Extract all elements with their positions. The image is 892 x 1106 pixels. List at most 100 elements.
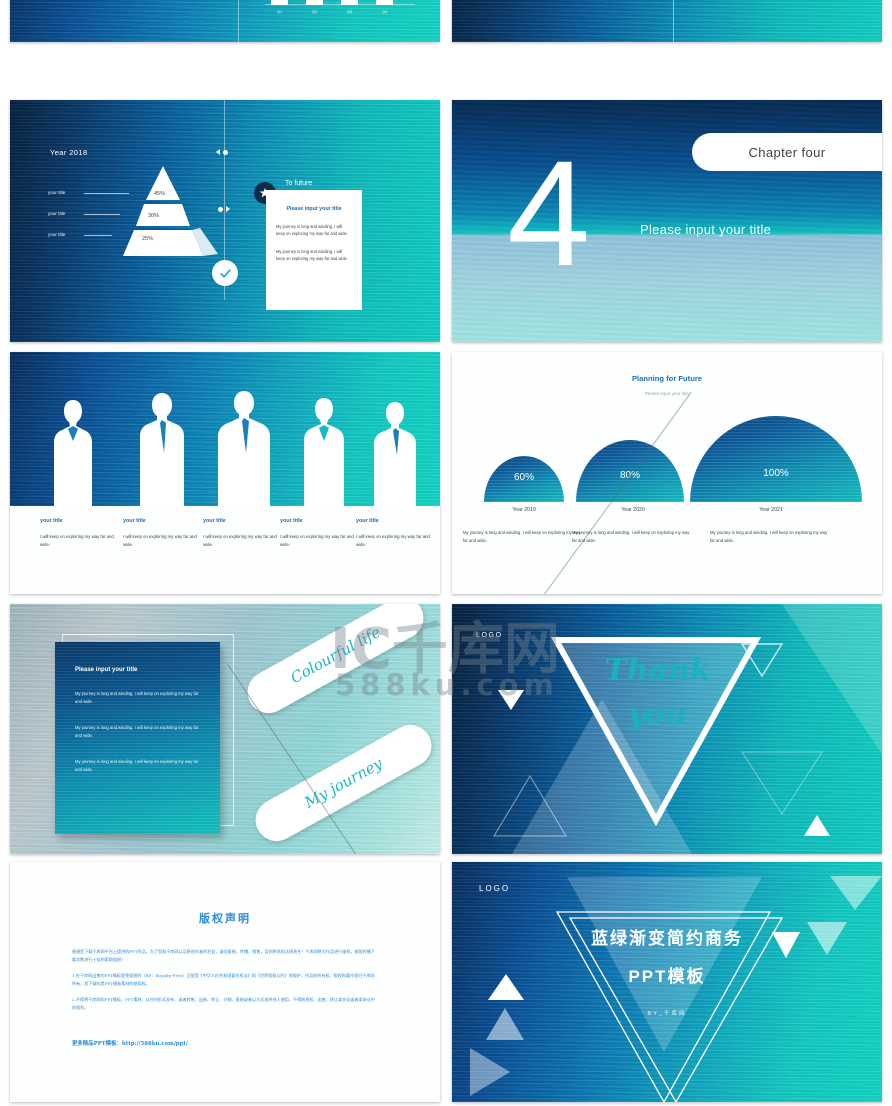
pyramid-year-label: Year 2018 bbox=[50, 148, 88, 157]
ribbon-my-journey-text: My journey bbox=[301, 754, 386, 812]
planning-column-2019: Year 2019 My journey is long and winding… bbox=[463, 507, 585, 545]
dome-bar-2020: 80% bbox=[576, 440, 684, 502]
copyright-link-row[interactable]: 更多精品PPT模板：http://588ku.com/ppt/ bbox=[72, 1039, 378, 1047]
nav-left-arrow-icon[interactable] bbox=[216, 149, 220, 155]
slide-planning[interactable]: Planning for Future Please input your ti… bbox=[452, 352, 882, 594]
slide-colourful-life[interactable]: Please input your title My journey is lo… bbox=[10, 604, 440, 854]
title-line-1: 蓝绿渐变简约商务 bbox=[591, 929, 743, 948]
silhouette-man-3 bbox=[374, 402, 416, 506]
planning-text-2019: My journey is long and winding. I will k… bbox=[463, 530, 581, 543]
slide-chapter-four[interactable]: Chapter four 4 Please input your title bbox=[452, 100, 882, 342]
pyramid-value-2: 30% bbox=[148, 213, 160, 219]
planning-title: Planning for Future bbox=[631, 374, 703, 383]
thank-you-text: Thank you bbox=[580, 656, 735, 730]
dome-bar-2021: 100% bbox=[690, 416, 862, 502]
chapter-subtitle: Please input your title bbox=[640, 222, 772, 237]
team-member-4: your title I will keep on exploring my w… bbox=[280, 518, 358, 549]
nav-dot-icon[interactable] bbox=[218, 206, 223, 212]
bar-category-q3: Q3 bbox=[346, 9, 353, 14]
pyramid-nav-prev[interactable] bbox=[216, 149, 228, 155]
check-badge[interactable] bbox=[212, 260, 238, 286]
pyramid-chart bbox=[108, 166, 218, 258]
team-member-text-2: I will keep on exploring my way far and … bbox=[123, 534, 197, 547]
team-member-title-1: your title bbox=[40, 518, 63, 524]
silhouette-woman-2 bbox=[304, 398, 344, 506]
slide-title[interactable]: LOGO 蓝绿渐变简约商务 PPT模板 BY_千库网 bbox=[452, 862, 882, 1102]
texture-overlay bbox=[452, 0, 882, 42]
slide-thank-you[interactable]: LOGO Thank you bbox=[452, 604, 882, 854]
chapter-label-pill: Chapter four bbox=[692, 133, 882, 171]
dome-bar-2019: 60% bbox=[484, 456, 564, 502]
planning-year-2019: Year 2019 bbox=[512, 507, 536, 513]
texture-overlay bbox=[10, 100, 440, 342]
team-member-text-3: I will keep on exploring my way far and … bbox=[203, 534, 277, 547]
colourful-box-paragraph-1: My journey is long and winding. I will k… bbox=[75, 691, 199, 705]
slide-grid: wide. 55% Q1 70% Q2 88% Q3 100% Q4 bbox=[0, 0, 892, 1106]
copyright-link-label: 更多精品PPT模板： bbox=[72, 1041, 122, 1048]
thank-you-logo: LOGO bbox=[476, 632, 503, 639]
team-member-text-4: I will keep on exploring my way far and … bbox=[280, 534, 354, 547]
planning-subtitle: Please input your title bbox=[645, 391, 689, 396]
copyright-paragraph-2: 1.在千库网出售的PPT模板是免版税的（RF：Royalty-Free）正版受《… bbox=[72, 973, 375, 986]
bar-q1: 55% Q1 bbox=[271, 0, 288, 14]
bar-category-q1: Q1 bbox=[276, 9, 283, 14]
silhouette-man-2 bbox=[218, 391, 270, 506]
slide-bar-chart[interactable]: wide. 55% Q1 70% Q2 88% Q3 100% Q4 bbox=[10, 0, 440, 42]
ribbon-colourful-life-text: Colourful life bbox=[287, 622, 384, 688]
bar-q4: 100% Q4 bbox=[376, 0, 393, 14]
planning-year-2021: Year 2021 bbox=[759, 507, 783, 513]
team-member-3: your title I will keep on exploring my w… bbox=[203, 518, 281, 549]
title-logo: LOGO bbox=[479, 884, 511, 893]
colourful-box-paragraph-2: My journey is long and winding. I will k… bbox=[75, 724, 199, 739]
pyramid-label-3: your title bbox=[48, 232, 66, 237]
chapter-label-text: Chapter four bbox=[748, 144, 826, 160]
planning-column-2020: Year 2020 My journey is long and winding… bbox=[572, 507, 694, 545]
colourful-box-paragraph-3: My journey is long and winding. I will k… bbox=[75, 758, 199, 773]
copyright-link-url[interactable]: http://588ku.com/ppt/ bbox=[122, 1041, 188, 1047]
team-member-title-5: your title bbox=[356, 518, 379, 524]
silhouette-man-1 bbox=[140, 393, 184, 506]
pyramid-label-1: your title bbox=[48, 190, 66, 195]
pyramid-nav-next[interactable] bbox=[218, 206, 230, 212]
planning-text-2021: My journey is long and winding. I will k… bbox=[710, 530, 828, 543]
dome-percent-2019: 60% bbox=[513, 472, 534, 483]
pyramid-value-1: 45% bbox=[154, 191, 166, 197]
pyramid-leader-line-3 bbox=[84, 235, 112, 236]
copyright-body: 感谢您下载千库网平台上提供的PPT作品，为了您和千库网以及原创作者的利益，请勿复… bbox=[72, 948, 378, 1011]
bar-q2: 70% Q2 bbox=[306, 0, 323, 14]
team-member-2: your title I will keep on exploring my w… bbox=[123, 518, 201, 549]
bar-q3: 88% Q3 bbox=[341, 0, 358, 14]
pyramid-detail-card: Please input your title My journey is lo… bbox=[266, 190, 362, 310]
pyramid-value-3: 25% bbox=[142, 236, 154, 242]
pyramid-shape-icon bbox=[123, 166, 218, 256]
copyright-paragraph-1: 感谢您下载千库网平台上提供的PPT作品，为了您和千库网以及原创作者的利益，请勿复… bbox=[72, 949, 375, 962]
slide-copyright[interactable]: 版权声明 感谢您下载千库网平台上提供的PPT作品，为了您和千库网以及原创作者的利… bbox=[10, 862, 440, 1102]
check-icon bbox=[219, 268, 231, 278]
team-member-text-1: I will keep on exploring my way far and … bbox=[40, 534, 114, 547]
bar-chart: 55% Q1 70% Q2 88% Q3 100% Q4 bbox=[265, 0, 415, 32]
team-member-text-5: I will keep on exploring my way far and … bbox=[356, 534, 430, 547]
planning-column-2021: Year 2021 My journey is long and winding… bbox=[710, 507, 832, 545]
pyramid-label-2: your title bbox=[48, 211, 66, 216]
colourful-text-box: Please input your title My journey is lo… bbox=[55, 642, 220, 834]
pyramid-leader-line-2 bbox=[84, 214, 120, 215]
copyright-paragraph-3: 2.不得将千库网的PPT模板、PPT素材，以任何形式发布、或者转售、出借、转让、… bbox=[72, 997, 375, 1010]
team-member-5: your title I will keep on exploring my w… bbox=[356, 518, 434, 549]
team-member-1: your title I will keep on exploring my w… bbox=[40, 518, 118, 549]
nav-right-arrow-icon[interactable] bbox=[225, 206, 230, 212]
pyramid-card-title: Please input your title bbox=[286, 206, 342, 212]
slide-team[interactable]: your title I will keep on exploring my w… bbox=[10, 352, 440, 594]
copyright-title: 版权声明 bbox=[199, 912, 251, 925]
team-member-title-3: your title bbox=[203, 518, 226, 524]
slide-circles[interactable]: your title your title your title My jour… bbox=[452, 0, 882, 42]
nav-dot-icon[interactable] bbox=[222, 149, 228, 155]
thank-you-line-1: Thank bbox=[604, 653, 711, 688]
pyramid-leader-line-1 bbox=[84, 193, 129, 194]
circles-divider-line bbox=[673, 0, 674, 42]
title-line-2: PPT模板 bbox=[628, 967, 706, 986]
slide-pyramid[interactable]: Year 2018 45% 30% 25% your title your ti… bbox=[10, 100, 440, 342]
planning-year-2020: Year 2020 bbox=[621, 507, 645, 513]
dome-percent-2021: 100% bbox=[763, 468, 789, 479]
pyramid-card-paragraph-2: My journey is long and winding. I will k… bbox=[276, 249, 348, 262]
ribbon-colourful-life: Colourful life bbox=[240, 604, 431, 721]
